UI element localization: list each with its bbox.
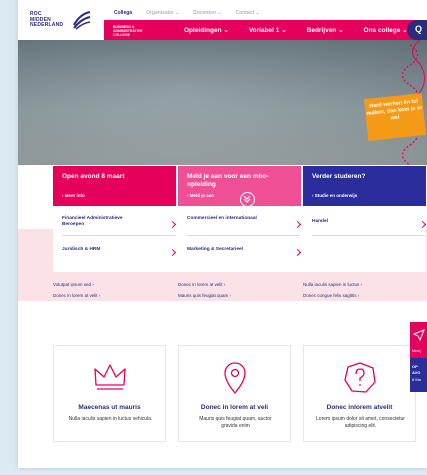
question-icon [344, 362, 376, 393]
topnav-docenten[interactable]: Docenten ⌄ [193, 10, 221, 16]
course-list: Financieel Administratieve Beroepen Comm… [53, 206, 427, 272]
nav-ons-college[interactable]: Ons college ⌄ [364, 26, 408, 34]
card-title: Donec inlorem atvelit [326, 404, 393, 411]
location-pin-icon [224, 362, 246, 395]
quick-link[interactable]: Donec in lorem at velit › [53, 293, 100, 298]
course-item[interactable]: Commercieel en internationaal [187, 216, 302, 236]
card-text: Mauris quis feugiat quam, auctor gravida… [199, 416, 272, 429]
course-label: Marketing & Secretarieel [187, 247, 243, 252]
main-nav-bar: BUSINESS & ADMINISTRATIVE COLLEGE Opleid… [104, 20, 427, 40]
info-card[interactable]: Donec in lorem at veli Mauris quis feugi… [178, 345, 291, 442]
tile-link[interactable]: › Meer info [62, 193, 85, 198]
quick-link[interactable]: Volutpat ipsum sed › [53, 282, 94, 287]
course-label: Handel [312, 219, 328, 224]
info-card[interactable]: Donec inlorem atvelit Lorem ipsum dolor … [303, 345, 416, 442]
logo[interactable]: ROC MIDDEN NEDERLAND [30, 10, 100, 32]
course-label: Commercieel en internationaal [187, 216, 257, 221]
nav-bedrijven[interactable]: Bedrijven ⌄ [307, 26, 344, 34]
card-title: Maecenas ut mauris [78, 404, 141, 411]
topnav-contact[interactable]: Contact ⌄ [236, 10, 260, 16]
course-item[interactable]: Juridisch & HRM [62, 244, 177, 264]
site-header: ROC MIDDEN NEDERLAND Collega Organisatie… [18, 0, 427, 40]
course-item[interactable]: Financieel Administratieve Beroepen [62, 216, 177, 236]
browser-frame: ROC MIDDEN NEDERLAND Collega Organisatie… [18, 0, 427, 468]
tile-link[interactable]: › Studie en onderwijs [312, 193, 357, 198]
chevron-right-icon [168, 220, 177, 229]
side-open-line: OP [412, 364, 418, 369]
topnav-organisatie[interactable]: Organisatie ⌄ [146, 10, 179, 16]
side-open-line: 8 Ma [412, 377, 421, 382]
search-button[interactable]: Q [407, 20, 427, 40]
side-open-line: AVO [412, 370, 421, 375]
nav-opleidingen[interactable]: Opleidingen ⌄ [184, 26, 229, 34]
hero-quote-badge: Hard werken én lol maken, dan kom je er … [363, 93, 427, 141]
quick-link[interactable]: Mauris quis feugiat quam › [178, 293, 231, 298]
quick-link[interactable]: Nulla iaculis sapien in luctus › [303, 282, 362, 287]
top-nav: Collega Organisatie ⌄ Docenten ⌄ Contact… [114, 10, 260, 16]
tile-title: Open avond 8 maart [62, 173, 125, 180]
card-title: Donec in lorem at veli [200, 404, 269, 411]
topnav-collega[interactable]: Collega [114, 10, 132, 16]
tile-title: Meld je aan voor een mbo-opleiding [187, 173, 269, 188]
side-open-avond-button[interactable]: OP AVO 8 Ma [410, 358, 427, 392]
card-text: Nulla iaculis sapien in luctus vehicula. [68, 416, 153, 422]
side-meld-label: Meld j [412, 349, 422, 353]
logo-wave-icon [73, 11, 91, 30]
search-icon: Q [415, 24, 423, 34]
hero-image: Hard werken én lol maken, dan kom je er … [18, 40, 427, 165]
main-nav: Opleidingen ⌄ Voriabel 1 ⌄ Bedrijven ⌄ O… [184, 26, 408, 34]
logo-text: ROC MIDDEN NEDERLAND [30, 11, 64, 29]
logo-line: NEDERLAND [30, 22, 64, 28]
paper-plane-icon [412, 329, 425, 342]
chevron-right-icon [293, 220, 302, 229]
chevron-down-icon [243, 195, 251, 203]
quick-link[interactable]: Donec congue felis sagittis › [303, 293, 359, 298]
crown-icon [94, 364, 126, 390]
info-card[interactable]: Maecenas ut mauris Nulla iaculis sapien … [53, 345, 166, 442]
college-label-line: COLLEGE [113, 33, 130, 37]
tile-title: Verder studeren? [312, 173, 366, 180]
quick-link[interactable]: Donec in lorem at velit › [178, 282, 225, 287]
side-meld-button[interactable]: Meld j [410, 322, 427, 358]
card-text: Lorem ipsum dolor sit amet, consectetur … [316, 416, 405, 429]
nav-variabel[interactable]: Voriabel 1 ⌄ [249, 26, 287, 34]
course-item[interactable]: Marketing & Secretarieel [187, 244, 302, 264]
tile-link[interactable]: › Meld je aan [187, 193, 214, 198]
scroll-down-button[interactable] [240, 192, 255, 207]
course-label: Financieel Administratieve Beroepen [62, 216, 123, 227]
tile-open-avond[interactable]: Open avond 8 maart › Meer info [53, 166, 176, 206]
tile-verder-studeren[interactable]: Verder studeren? › Studie en onderwijs [303, 166, 426, 206]
college-label: BUSINESS & ADMINISTRATIVE COLLEGE [113, 25, 143, 37]
course-item[interactable]: Handel [312, 216, 427, 236]
course-label: Juridisch & HRM [62, 247, 101, 252]
